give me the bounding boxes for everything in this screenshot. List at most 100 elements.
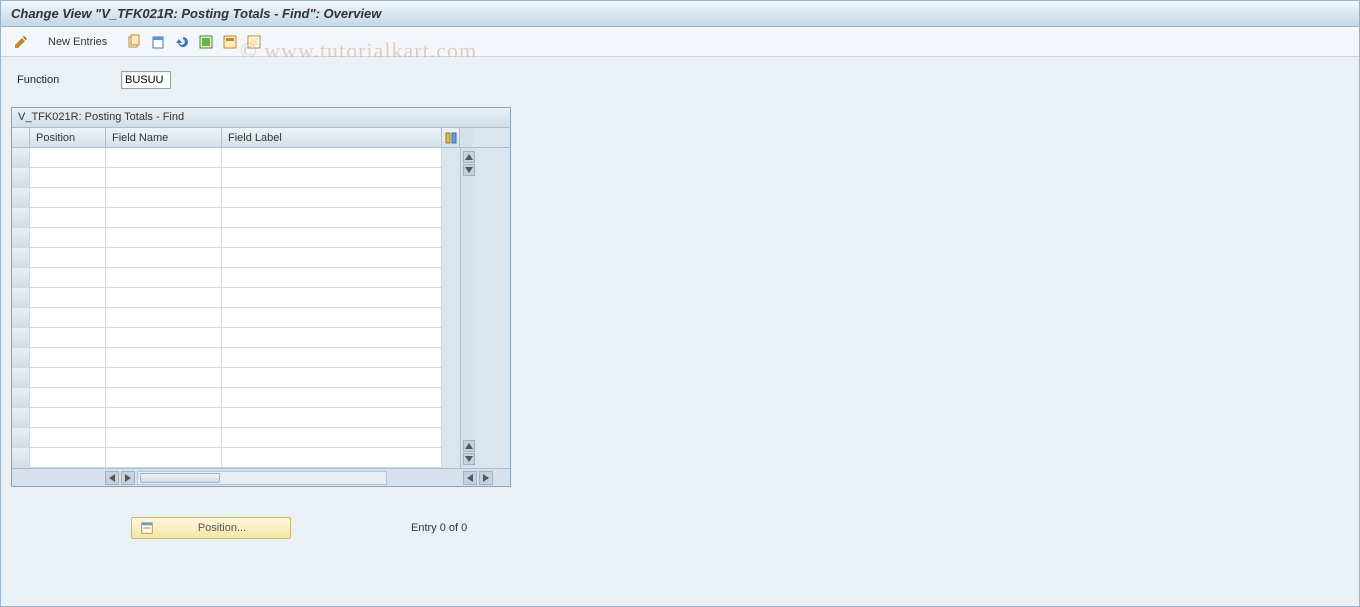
scroll-down-icon[interactable]: [463, 164, 475, 176]
cell-field-label[interactable]: [222, 228, 442, 248]
table-row[interactable]: [12, 288, 460, 308]
scroll-right-icon[interactable]: [121, 471, 135, 485]
cell-field-name[interactable]: [106, 408, 222, 428]
cell-field-label[interactable]: [222, 348, 442, 368]
table-row[interactable]: [12, 228, 460, 248]
cell-position[interactable]: [30, 168, 106, 188]
row-selector[interactable]: [12, 448, 30, 468]
cell-position[interactable]: [30, 288, 106, 308]
select-all-icon[interactable]: [196, 32, 216, 52]
table-row[interactable]: [12, 428, 460, 448]
delete-icon[interactable]: [148, 32, 168, 52]
cell-field-label[interactable]: [222, 268, 442, 288]
cell-field-name[interactable]: [106, 348, 222, 368]
new-entries-button[interactable]: New Entries: [39, 32, 116, 52]
cell-field-name[interactable]: [106, 228, 222, 248]
row-selector[interactable]: [12, 208, 30, 228]
col-field-name[interactable]: Field Name: [106, 128, 222, 147]
row-selector[interactable]: [12, 368, 30, 388]
cell-field-name[interactable]: [106, 188, 222, 208]
col-position[interactable]: Position: [30, 128, 106, 147]
row-selector[interactable]: [12, 248, 30, 268]
cell-field-label[interactable]: [222, 428, 442, 448]
col-select[interactable]: [12, 128, 30, 147]
row-selector[interactable]: [12, 428, 30, 448]
configure-columns-icon[interactable]: [442, 128, 460, 147]
table-row[interactable]: [12, 248, 460, 268]
select-block-icon[interactable]: [220, 32, 240, 52]
row-selector[interactable]: [12, 268, 30, 288]
cell-position[interactable]: [30, 248, 106, 268]
scroll-left-icon[interactable]: [105, 471, 119, 485]
table-row[interactable]: [12, 388, 460, 408]
hscroll-track[interactable]: [137, 471, 387, 485]
table-row[interactable]: [12, 408, 460, 428]
cell-position[interactable]: [30, 348, 106, 368]
cell-field-name[interactable]: [106, 328, 222, 348]
cell-field-label[interactable]: [222, 388, 442, 408]
scroll-up-icon[interactable]: [463, 151, 475, 163]
cell-field-label[interactable]: [222, 368, 442, 388]
cell-field-label[interactable]: [222, 408, 442, 428]
cell-position[interactable]: [30, 428, 106, 448]
row-selector[interactable]: [12, 388, 30, 408]
position-button[interactable]: Position...: [131, 517, 291, 539]
cell-position[interactable]: [30, 448, 106, 468]
scroll-left2-icon[interactable]: [463, 471, 477, 485]
function-field[interactable]: BUSUU: [121, 71, 171, 89]
cell-position[interactable]: [30, 268, 106, 288]
table-row[interactable]: [12, 188, 460, 208]
table-row[interactable]: [12, 368, 460, 388]
row-selector[interactable]: [12, 308, 30, 328]
cell-field-label[interactable]: [222, 148, 442, 168]
cell-field-name[interactable]: [106, 388, 222, 408]
cell-field-label[interactable]: [222, 208, 442, 228]
undo-icon[interactable]: [172, 32, 192, 52]
cell-field-label[interactable]: [222, 168, 442, 188]
scroll-up2-icon[interactable]: [463, 440, 475, 452]
table-row[interactable]: [12, 348, 460, 368]
vertical-scrollbar[interactable]: [460, 148, 476, 468]
row-selector[interactable]: [12, 188, 30, 208]
hscroll-thumb[interactable]: [140, 473, 220, 483]
table-row[interactable]: [12, 148, 460, 168]
cell-field-name[interactable]: [106, 428, 222, 448]
cell-field-name[interactable]: [106, 308, 222, 328]
row-selector[interactable]: [12, 328, 30, 348]
cell-position[interactable]: [30, 328, 106, 348]
copy-icon[interactable]: [124, 32, 144, 52]
table-row[interactable]: [12, 448, 460, 468]
table-row[interactable]: [12, 168, 460, 188]
cell-position[interactable]: [30, 308, 106, 328]
cell-position[interactable]: [30, 368, 106, 388]
cell-field-name[interactable]: [106, 148, 222, 168]
cell-field-label[interactable]: [222, 328, 442, 348]
cell-field-label[interactable]: [222, 308, 442, 328]
cell-position[interactable]: [30, 228, 106, 248]
cell-position[interactable]: [30, 148, 106, 168]
search-help-icon[interactable]: [181, 71, 197, 89]
row-selector[interactable]: [12, 408, 30, 428]
cell-field-name[interactable]: [106, 208, 222, 228]
cell-field-name[interactable]: [106, 168, 222, 188]
deselect-icon[interactable]: [244, 32, 264, 52]
table-row[interactable]: [12, 328, 460, 348]
cell-field-name[interactable]: [106, 268, 222, 288]
cell-position[interactable]: [30, 408, 106, 428]
scroll-down2-icon[interactable]: [463, 453, 475, 465]
cell-field-label[interactable]: [222, 188, 442, 208]
cell-field-name[interactable]: [106, 448, 222, 468]
cell-field-label[interactable]: [222, 448, 442, 468]
row-selector[interactable]: [12, 148, 30, 168]
col-field-label[interactable]: Field Label: [222, 128, 442, 147]
cell-field-name[interactable]: [106, 368, 222, 388]
cell-field-label[interactable]: [222, 288, 442, 308]
table-row[interactable]: [12, 208, 460, 228]
row-selector[interactable]: [12, 348, 30, 368]
table-row[interactable]: [12, 268, 460, 288]
cell-field-name[interactable]: [106, 288, 222, 308]
cell-field-label[interactable]: [222, 248, 442, 268]
cell-position[interactable]: [30, 388, 106, 408]
row-selector[interactable]: [12, 288, 30, 308]
horizontal-scrollbar[interactable]: [12, 468, 510, 486]
